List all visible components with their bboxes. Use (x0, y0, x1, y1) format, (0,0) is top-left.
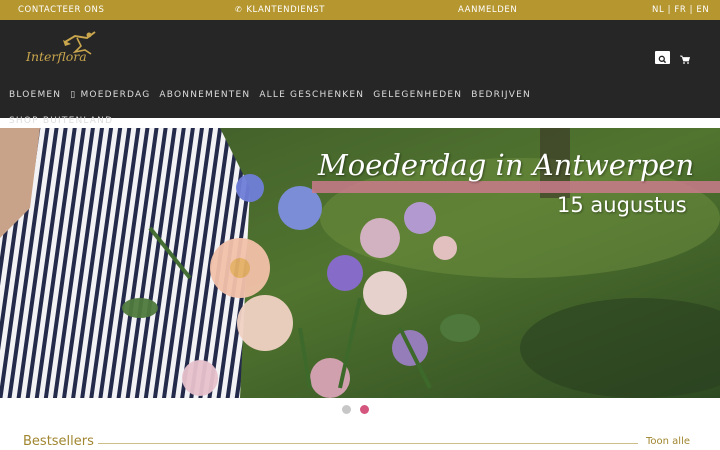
carousel-dot-2[interactable] (360, 405, 369, 414)
nav-item-alle-geschenken[interactable]: ALLE GESCHENKEN (259, 90, 364, 100)
nav-item-moederdag[interactable]: ▯ MOEDERDAG (70, 90, 150, 100)
cart-button[interactable] (679, 51, 691, 64)
nav-item-gelegenheden[interactable]: GELEGENHEDEN (373, 90, 462, 100)
customer-service-label: KLANTENDIENST (246, 5, 326, 15)
phone-icon: ✆ (235, 5, 243, 14)
nav-item-bloemen[interactable]: BLOEMEN (9, 90, 61, 100)
hero-title: Moederdag in Antwerpen (318, 148, 695, 182)
main-nav: BLOEMEN ▯ MOEDERDAG ABONNEMENTEN ALLE GESCH… (9, 90, 540, 100)
site-header: Interflora BLOEMEN ▯ MOEDERDAG ABONNEMENTE… (0, 20, 720, 126)
customer-service-link[interactable]: ✆ KLANTENDIENST (235, 5, 325, 15)
hero-subtitle: 15 augustus (557, 193, 687, 217)
nav-item-abonnementen[interactable]: ABONNEMENTEN (159, 90, 250, 100)
section-title: Bestsellers (23, 434, 94, 449)
cart-icon (680, 55, 691, 64)
search-icon (658, 55, 667, 64)
search-button[interactable] (655, 51, 670, 64)
carousel-dot-1[interactable] (342, 405, 351, 414)
section-divider (98, 443, 638, 444)
nav-item-shop-buitenland[interactable]: SHOP BUITENLAND (9, 116, 113, 126)
contact-link[interactable]: CONTACTEER ONS (18, 5, 105, 15)
nav-item-bedrijven[interactable]: BEDRIJVEN (471, 90, 531, 100)
show-all-link[interactable]: Toon alle (646, 436, 690, 447)
language-switcher[interactable]: NL | FR | EN (652, 5, 709, 15)
hero-banner[interactable]: Moederdag in Antwerpen 15 augustus (0, 128, 720, 398)
login-link[interactable]: AANMELDEN (458, 5, 517, 15)
top-bar: CONTACTEER ONS ✆ KLANTENDIENST AANMELDEN … (0, 0, 720, 20)
logo-text[interactable]: Interflora (26, 49, 87, 64)
